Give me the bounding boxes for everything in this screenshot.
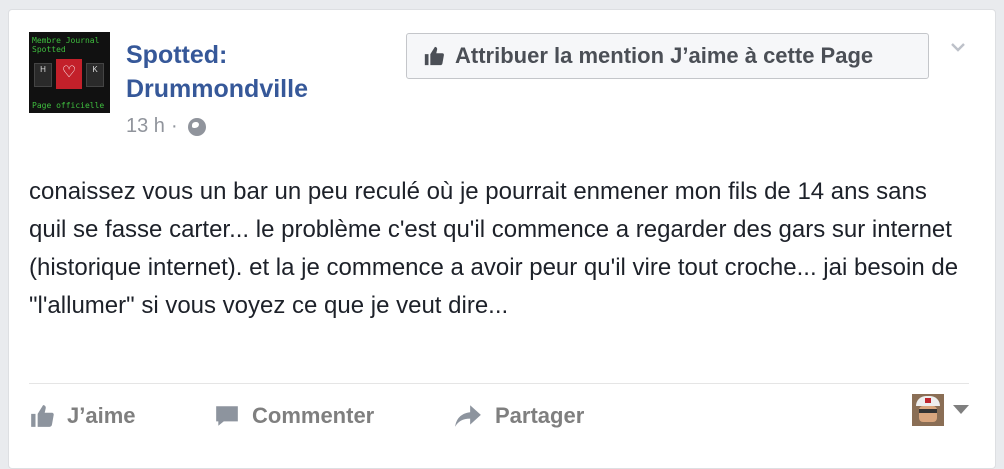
share-button[interactable]: Partager [453, 396, 584, 436]
avatar-key-left: H [34, 63, 52, 87]
viewer-avatar[interactable] [912, 394, 944, 426]
post-timestamp[interactable]: 13 h [126, 115, 165, 138]
avatar-key-right: K [86, 63, 104, 87]
post-card: Membre Journal Spotted H ♡ K Page offici… [8, 9, 996, 469]
like-label: J’aime [67, 403, 136, 428]
thumbs-up-icon [424, 46, 444, 66]
avatar-text-line3: Page officielle [32, 101, 105, 110]
thumbs-up-icon [31, 405, 54, 427]
comment-icon [216, 406, 238, 426]
avatar-text-line1: Membre Journal [32, 36, 100, 45]
caret-down-icon[interactable] [953, 405, 969, 414]
avatar-glasses [919, 409, 937, 413]
page-name-line2: Drummondville [126, 75, 308, 103]
chevron-down-icon[interactable] [951, 40, 965, 54]
share-arrow-icon [455, 405, 481, 427]
actions-divider [29, 383, 969, 384]
like-page-label: Attribuer la mention J’aime à cette Page [455, 43, 874, 68]
globe-icon[interactable] [187, 117, 206, 136]
like-page-button[interactable]: Attribuer la mention J’aime à cette Page [406, 33, 929, 79]
avatar-cap-logo [925, 398, 931, 403]
heart-icon: ♡ [56, 59, 82, 89]
page-name-link[interactable]: Spotted: Drummondville [126, 38, 376, 106]
post-meta: 13 h · [126, 115, 206, 138]
meta-separator: · [170, 115, 178, 137]
avatar-text-line2: Spotted [32, 45, 66, 54]
post-text: conaissez vous un bar un peu reculé où j… [29, 178, 959, 319]
page-name-line1: Spotted: [126, 41, 228, 69]
like-button[interactable]: J’aime [29, 396, 136, 436]
avatar-keyboard-graphic: H ♡ K [32, 59, 107, 95]
page-avatar[interactable]: Membre Journal Spotted H ♡ K Page offici… [29, 32, 110, 113]
comment-button[interactable]: Commenter [214, 396, 374, 436]
comment-label: Commenter [252, 403, 375, 428]
share-label: Partager [495, 403, 585, 428]
